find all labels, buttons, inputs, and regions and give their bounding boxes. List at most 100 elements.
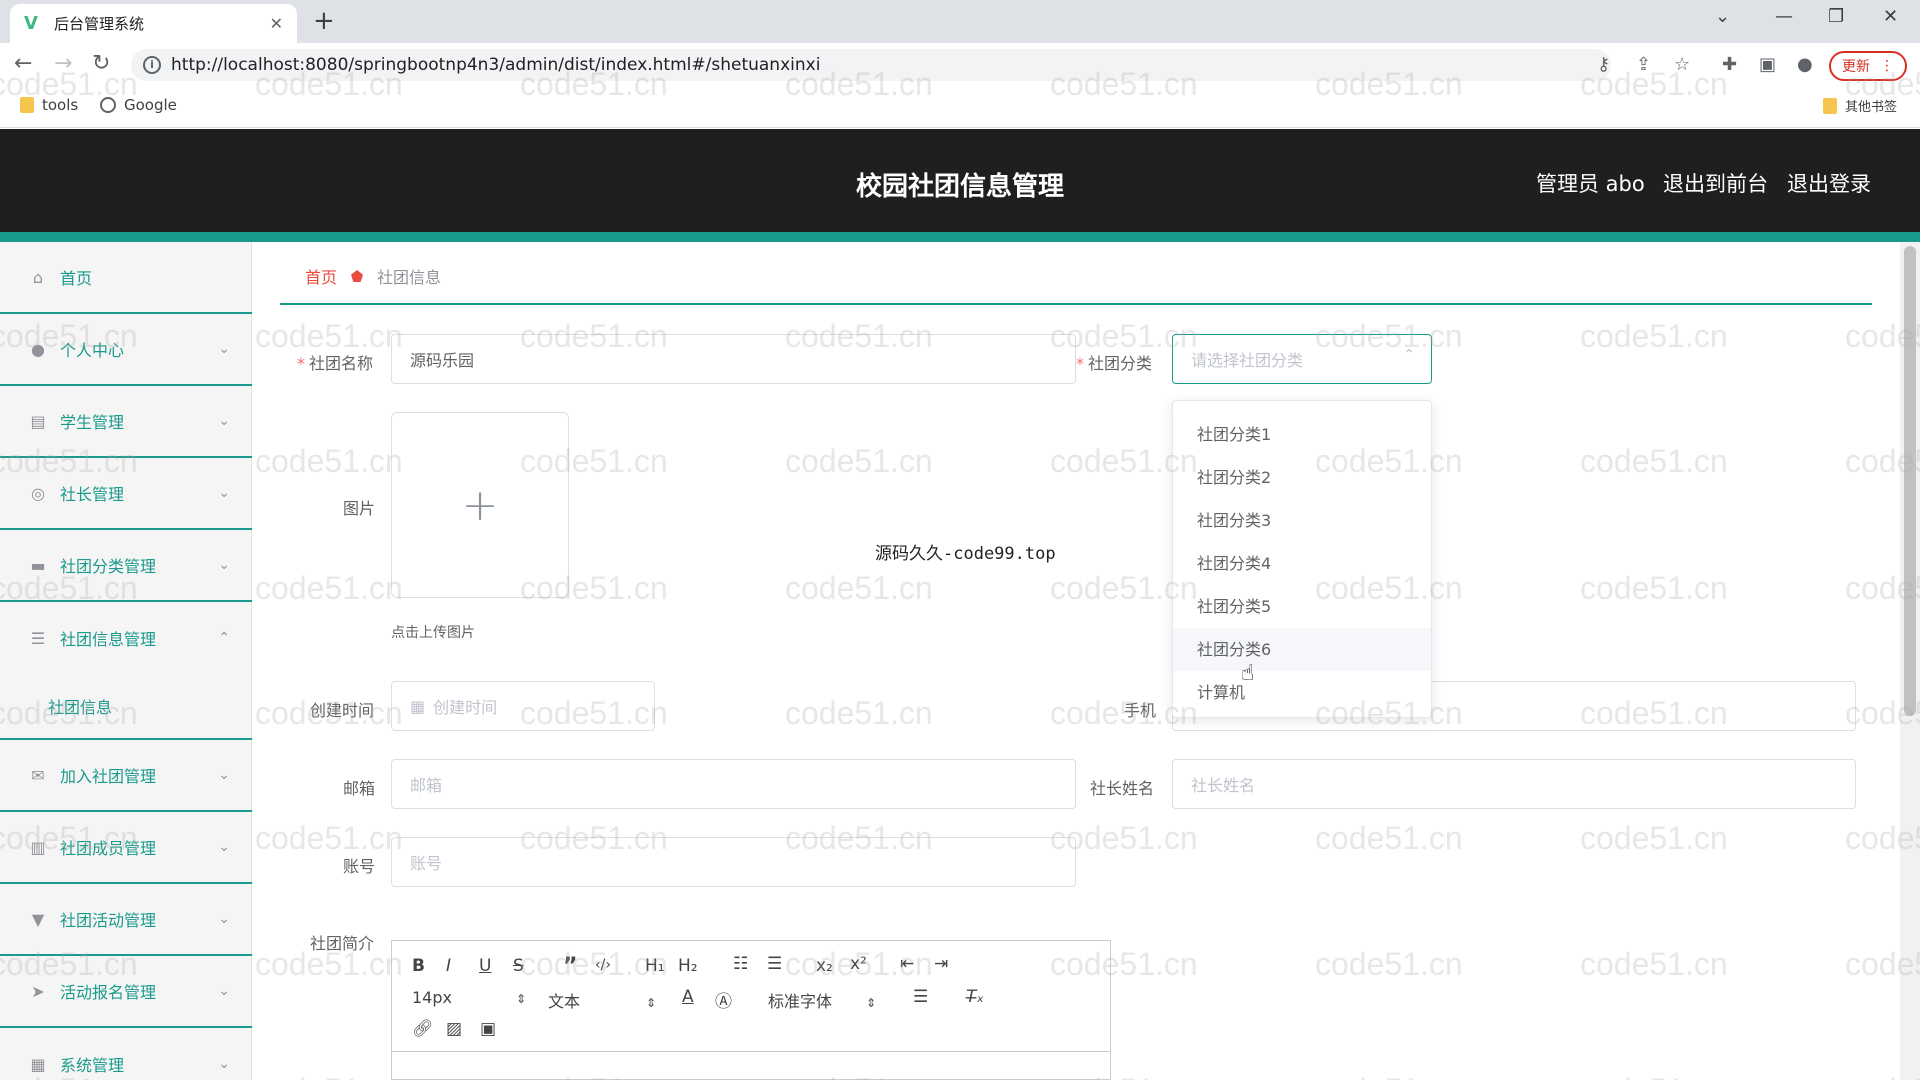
superscript-icon[interactable]: x² (850, 954, 867, 974)
underline-icon[interactable]: U (479, 956, 491, 976)
close-tab-icon[interactable]: ✕ (270, 14, 283, 33)
sidepanel-icon[interactable]: ▣ (1759, 54, 1776, 75)
new-tab-icon[interactable]: + (313, 8, 335, 34)
send-icon: ➤ (31, 981, 45, 1001)
italic-icon[interactable]: I (446, 956, 451, 976)
vue-logo-icon: V (24, 12, 38, 34)
club-name-input[interactable]: 源码乐园 (391, 334, 1076, 384)
logout-link[interactable]: 退出登录 (1787, 168, 1871, 198)
bookmark-tools[interactable]: tools (20, 96, 78, 114)
bookmark-label: Google (124, 96, 177, 114)
sidebar-item-club-info[interactable]: ☰ 社团信息管理 ⌃ (0, 602, 252, 674)
reload-icon[interactable]: ↻ (92, 51, 110, 77)
subscript-icon[interactable]: x₂ (816, 956, 833, 976)
sidebar-item-activities[interactable]: ▼ 社团活动管理 ⌄ (0, 884, 252, 956)
dropdown-option[interactable]: 计算机 (1173, 671, 1431, 714)
url-text: http://localhost:8080/springbootnp4n3/ad… (171, 55, 821, 75)
code-icon[interactable]: ‹/› (595, 957, 611, 973)
menu-icon: ☰ (30, 628, 46, 648)
align-icon[interactable]: ☰ (913, 987, 928, 1007)
hand-cursor-icon: ☝ (1241, 661, 1255, 686)
dropdown-option[interactable]: 社团分类3 (1173, 499, 1431, 542)
watermark-text: code51.cn (1315, 1072, 1463, 1080)
email-input[interactable]: 邮箱 (391, 759, 1076, 809)
font-size-select[interactable]: 14px ⇕ (412, 988, 526, 1007)
dropdown-option[interactable]: 社团分类2 (1173, 456, 1431, 499)
rich-text-editor[interactable]: B I U S ” ‹/› H₁ H₂ ☷ ☰ x₂ x² ⇤ ⇥ 14px ⇕ … (391, 940, 1111, 1080)
ordered-list-icon[interactable]: ☷ (733, 954, 748, 974)
watermark-text: code51.cn (255, 443, 403, 479)
url-field[interactable]: i http://localhost:8080/springbootnp4n3/… (131, 49, 1611, 81)
site-info-icon[interactable]: i (143, 56, 161, 74)
h1-icon[interactable]: H₁ (645, 956, 665, 976)
sidebar-item-home[interactable]: ⌂ 首页 (0, 242, 252, 314)
updown-icon: ⇕ (515, 992, 527, 1006)
dropdown-option[interactable]: 社团分类5 (1173, 585, 1431, 628)
sidebar-item-categories[interactable]: ▬ 社团分类管理 ⌄ (0, 530, 252, 602)
watermark-text: code51.cn (1580, 570, 1728, 606)
exit-to-front-link[interactable]: 退出到前台 (1663, 168, 1768, 198)
restore-icon[interactable]: ❐ (1828, 6, 1844, 27)
home-icon: ⌂ (32, 267, 44, 287)
browser-tab[interactable]: V 后台管理系统 ✕ (10, 4, 297, 43)
dropdown-option[interactable]: 社团分类6 (1173, 628, 1431, 671)
category-dropdown: 社团分类1 社团分类2 社团分类3 社团分类4 社团分类5 社团分类6 计算机 (1172, 400, 1432, 718)
account-input[interactable]: 账号 (391, 837, 1076, 887)
created-time-label: 创建时间 (310, 701, 375, 720)
extensions-icon[interactable]: ✚ (1722, 54, 1737, 75)
minimize-icon[interactable]: — (1775, 6, 1793, 27)
font-color-icon[interactable]: A (682, 987, 694, 1007)
sidebar-subitem-club-info[interactable]: 社团信息 (0, 674, 252, 740)
text-type-select[interactable]: 文本 ⇕ (548, 988, 656, 1012)
image-icon[interactable]: ▨ (446, 1019, 462, 1039)
globe-icon (100, 97, 116, 113)
tab-search-icon[interactable]: ⌄ (1715, 6, 1730, 27)
back-icon[interactable]: ← (14, 51, 32, 77)
breadcrumb-home[interactable]: 首页 (305, 264, 337, 288)
created-time-input[interactable]: ▦ 创建时间 (391, 681, 655, 731)
bookmark-google[interactable]: Google (100, 96, 177, 114)
watermark-text: code51.cn (1580, 946, 1728, 982)
link-icon[interactable]: 🔗︎ (412, 1019, 434, 1039)
sidebar-item-members[interactable]: ▥ 社团成员管理 ⌄ (0, 812, 252, 884)
blockquote-icon[interactable]: ” (563, 954, 577, 979)
dropdown-option[interactable]: 社团分类1 (1173, 413, 1431, 456)
sidebar-item-join[interactable]: ✉ 加入社团管理 ⌄ (0, 740, 252, 812)
scrollbar-thumb[interactable] (1904, 246, 1916, 716)
sidebar-item-system[interactable]: ▦ 系统管理 ⌄ (0, 1028, 252, 1080)
font-family-select[interactable]: 标准字体 ⇕ (768, 988, 876, 1012)
background-color-icon[interactable]: Ⓐ (715, 987, 732, 1012)
watermark-text: code51.cn (255, 570, 403, 606)
sidebar-item-label: 个人中心 (60, 341, 125, 360)
update-button[interactable]: 更新 ⋮ (1829, 51, 1907, 81)
share-icon[interactable]: ⇪ (1636, 54, 1651, 75)
indent-icon[interactable]: ⇥ (934, 954, 948, 974)
briefcase-icon: ▬ (30, 555, 46, 575)
key-icon[interactable]: ⚷ (1597, 54, 1610, 75)
video-icon[interactable]: ▣ (480, 1019, 496, 1039)
h2-icon[interactable]: H₂ (678, 956, 698, 976)
leader-name-input[interactable]: 社长姓名 (1172, 759, 1856, 809)
club-category-label: * 社团分类 (1076, 350, 1152, 374)
sidebar-item-students[interactable]: ▤ 学生管理 ⌄ (0, 386, 252, 458)
folder-icon (1823, 97, 1837, 114)
profile-icon[interactable]: ● (1797, 54, 1813, 75)
club-category-select[interactable]: 请选择社团分类 ⌃ (1172, 334, 1432, 384)
star-icon[interactable]: ☆ (1674, 54, 1690, 75)
upload-tip: 点击上传图片 (391, 625, 475, 641)
outdent-icon[interactable]: ⇤ (900, 954, 914, 974)
strike-icon[interactable]: S (513, 956, 524, 976)
sidebar-item-signups[interactable]: ➤ 活动报名管理 ⌄ (0, 956, 252, 1028)
folder-icon (20, 97, 34, 113)
window-close-icon[interactable]: ✕ (1883, 6, 1898, 27)
bullet-list-icon[interactable]: ☰ (767, 954, 782, 974)
sidebar-item-personal[interactable]: ● 个人中心 ⌄ (0, 314, 252, 386)
other-bookmarks[interactable]: 其他书签 (1823, 96, 1897, 115)
clear-format-icon[interactable]: T̶ₓ (966, 987, 984, 1007)
sidebar-item-leaders[interactable]: ◎ 社长管理 ⌄ (0, 458, 252, 530)
dropdown-option[interactable]: 社团分类4 (1173, 542, 1431, 585)
bold-icon[interactable]: B (412, 956, 425, 976)
chevron-up-icon: ⌃ (218, 630, 230, 646)
forward-icon[interactable]: → (54, 51, 72, 77)
image-upload[interactable]: + (391, 412, 569, 598)
